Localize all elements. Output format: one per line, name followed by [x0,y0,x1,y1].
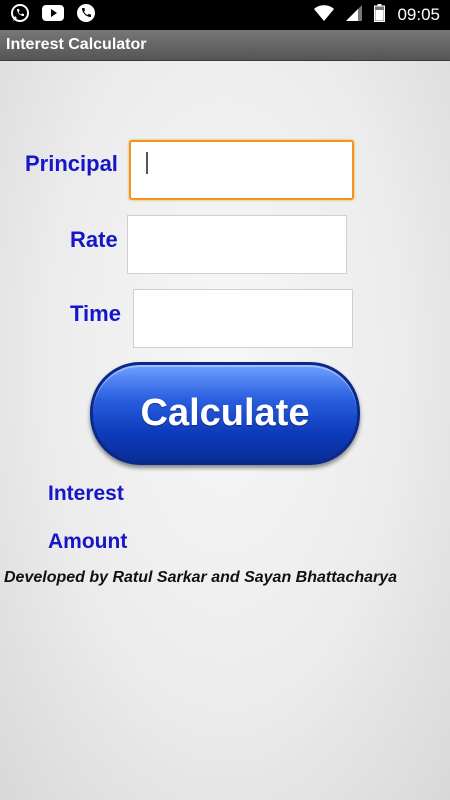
status-notification-icons [10,3,96,28]
main-content: Principal Rate Time Calculate Interest A… [0,61,450,800]
rate-label: Rate [70,227,118,252]
signal-icon [346,4,363,26]
developer-credit: Developed by Ratul Sarkar and Sayan Bhat… [4,569,398,586]
amount-label: Amount [48,530,128,553]
rate-input[interactable] [127,215,347,274]
whatsapp-icon [10,3,30,28]
status-system-icons: 09:05 [314,3,440,27]
principal-input[interactable] [129,140,354,200]
time-input[interactable] [133,289,353,348]
interest-label: Interest [48,482,124,505]
battery-icon [374,3,386,27]
principal-label: Principal [25,151,118,176]
wifi-icon [314,4,335,26]
app-title: Interest Calculator [6,36,147,53]
time-label: Time [70,301,121,326]
phone-icon [76,3,96,28]
status-time: 09:05 [397,5,440,24]
calculate-button[interactable]: Calculate [90,362,360,465]
youtube-icon [42,4,64,26]
app-bar: Interest Calculator [0,30,450,61]
text-caret [146,152,148,174]
status-bar: 09:05 [0,0,450,30]
